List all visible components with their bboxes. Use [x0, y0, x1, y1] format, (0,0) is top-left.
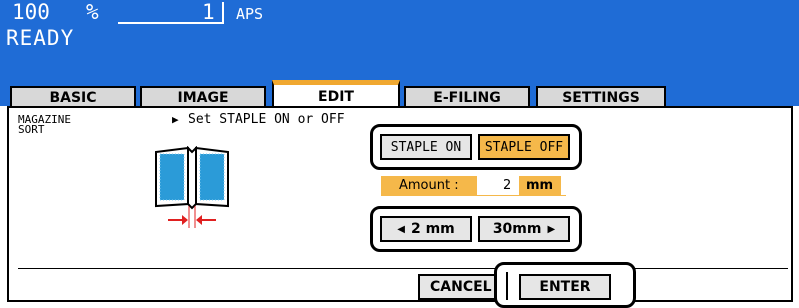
decrease-2mm-button[interactable]: ◀ 2 mm — [380, 216, 472, 242]
tab-e-filing-label: E-FILING — [433, 90, 501, 106]
decrease-label: 2 mm — [410, 221, 455, 237]
tab-basic-label: BASIC — [49, 90, 97, 106]
copy-count: 1 — [202, 0, 215, 24]
machine-state: READY — [6, 26, 75, 50]
tab-basic[interactable]: BASIC — [10, 86, 136, 108]
tab-image-label: IMAGE — [177, 90, 229, 106]
instruction-text: Set STAPLE ON or OFF — [188, 112, 345, 127]
amount-display: Amount : 2 mm — [381, 176, 566, 196]
tab-settings-label: SETTINGS — [562, 90, 640, 106]
paper-mode: APS — [236, 5, 264, 23]
amount-label: Amount : — [399, 178, 459, 193]
right-arrow-icon: ▶ — [547, 223, 556, 235]
cancel-label: CANCEL — [430, 279, 492, 295]
increase-30mm-button[interactable]: 30mm ▶ — [478, 216, 570, 242]
staple-off-label: STAPLE OFF — [484, 139, 564, 155]
enter-frame-inner-divider — [506, 272, 508, 300]
staple-off-button[interactable]: STAPLE OFF — [478, 134, 570, 160]
function-title-line2: SORT — [18, 123, 45, 136]
increase-label: 30mm — [492, 221, 542, 237]
magazine-book-icon — [152, 145, 232, 231]
footer-divider — [18, 268, 788, 269]
left-arrow-icon: ◀ — [397, 223, 405, 235]
staple-on-label: STAPLE ON — [390, 139, 462, 155]
tab-edit-label: EDIT — [318, 88, 354, 105]
staple-on-button[interactable]: STAPLE ON — [380, 134, 472, 160]
tab-settings[interactable]: SETTINGS — [536, 86, 666, 108]
zoom-unit: % — [86, 0, 99, 24]
enter-label: ENTER — [539, 279, 591, 295]
tab-edit[interactable]: EDIT — [272, 80, 400, 108]
amount-value: 2 — [503, 178, 512, 193]
tab-e-filing[interactable]: E-FILING — [404, 86, 530, 108]
tab-image[interactable]: IMAGE — [140, 86, 266, 108]
instruction-arrow-icon: ▶ — [172, 113, 179, 126]
zoom-value: 100 — [12, 0, 50, 24]
amount-unit: mm — [526, 178, 554, 193]
enter-button[interactable]: ENTER — [519, 274, 611, 300]
